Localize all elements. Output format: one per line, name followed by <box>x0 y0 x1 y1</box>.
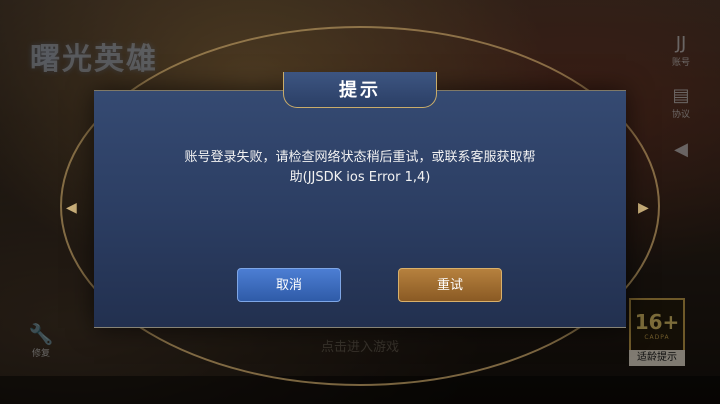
cancel-button[interactable]: 取消 <box>237 268 341 302</box>
alert-dialog <box>94 90 626 328</box>
dialog-message: 账号登录失败，请检查网络状态稍后重试，或联系客服获取帮助(JJSDK ios E… <box>184 150 536 185</box>
retry-button[interactable]: 重试 <box>398 268 502 302</box>
dialog-title: 提示 <box>339 80 381 101</box>
left-ornament-icon: ◀ <box>66 200 77 216</box>
right-ornament-icon: ▶ <box>638 200 649 216</box>
